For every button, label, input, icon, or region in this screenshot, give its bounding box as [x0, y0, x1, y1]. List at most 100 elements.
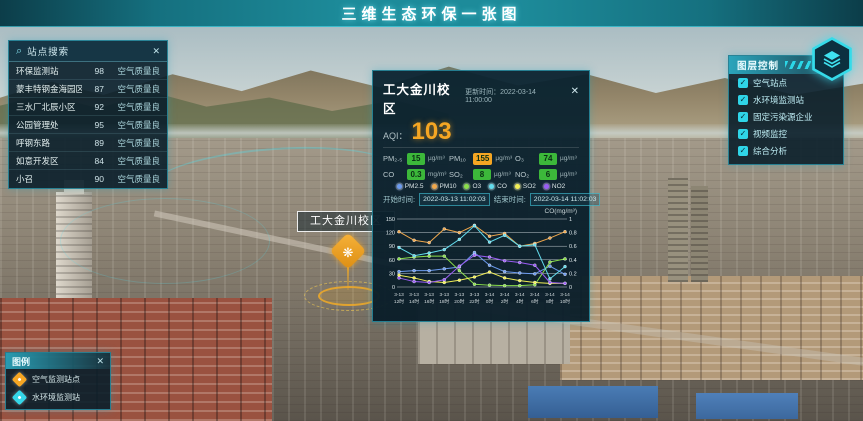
- close-icon[interactable]: ✕: [152, 47, 160, 56]
- station-row[interactable]: 公园管理处 95 空气质量良: [9, 116, 167, 134]
- legend-dot-icon: [397, 184, 402, 189]
- pollutant-value-badge: 6: [539, 169, 557, 181]
- checkbox-checked-icon[interactable]: ✓: [738, 129, 748, 139]
- update-time-label: 更新时间：: [465, 89, 500, 96]
- svg-text:0: 0: [392, 285, 395, 291]
- svg-text:90: 90: [389, 244, 395, 250]
- station-aqi-value: 92: [82, 102, 104, 112]
- map-legend-label: 水环境监测站: [32, 392, 80, 403]
- station-row[interactable]: 三水厂北辰小区 92 空气质量良: [9, 98, 167, 116]
- legend-item[interactable]: CO: [489, 183, 507, 190]
- checkbox-checked-icon[interactable]: ✓: [738, 78, 748, 88]
- popup-title: 工大金川校区: [383, 79, 459, 117]
- pollutant-unit: µg/m³: [495, 155, 512, 162]
- layer-row[interactable]: ✓ 综合分析: [729, 142, 843, 159]
- map-legend-header: 图例 ✕: [6, 353, 110, 369]
- pollutant-value-badge: 74: [539, 153, 557, 165]
- right-axis-title: CO(mg/m³): [383, 208, 577, 215]
- station-row[interactable]: 蒙丰特钢金海园区 87 空气质量良: [9, 80, 167, 98]
- layer-label: 视频监控: [753, 128, 787, 140]
- pollutant-unit: µg/m³: [560, 155, 577, 162]
- close-icon[interactable]: ✕: [96, 357, 104, 366]
- svg-text:60: 60: [389, 258, 395, 264]
- station-aqi-value: 84: [82, 156, 104, 166]
- svg-text:0.6: 0.6: [569, 244, 577, 250]
- legend-label: PM2.5: [405, 183, 424, 190]
- legend-item[interactable]: O3: [464, 183, 481, 190]
- checkbox-checked-icon[interactable]: ✓: [738, 146, 748, 156]
- station-name: 如意开发区: [16, 155, 82, 167]
- map-legend-title: 图例: [12, 355, 30, 368]
- pollutant-value-badge: 8: [473, 169, 491, 181]
- close-icon[interactable]: ✕: [571, 87, 579, 97]
- station-name: 公园管理处: [16, 119, 82, 131]
- legend-label: NO2: [552, 183, 565, 190]
- pollutant-line-chart: 00300.2600.4900.61200.815013-1312时3-1314…: [383, 215, 581, 315]
- aqi-value: 103: [412, 120, 452, 144]
- svg-text:3-14: 3-14: [515, 292, 525, 298]
- station-name: 呼钢东路: [16, 137, 82, 149]
- layer-label: 综合分析: [753, 145, 787, 157]
- building-block: [668, 178, 688, 282]
- title-bar: 三维生态环保一张图: [0, 0, 863, 27]
- svg-text:3-13: 3-13: [409, 292, 419, 298]
- station-row[interactable]: 小召 90 空气质量良: [9, 170, 167, 188]
- svg-text:0.4: 0.4: [569, 258, 577, 264]
- svg-text:3-14: 3-14: [545, 292, 555, 298]
- svg-text:150: 150: [386, 217, 395, 223]
- start-time-input[interactable]: 2022-03-13 11:02:03: [419, 193, 490, 206]
- station-aqi-value: 87: [82, 84, 104, 94]
- time-range-row: 开始时间: 2022-03-13 11:02:03 结束时间: 2022-03-…: [383, 193, 579, 206]
- layers-hex-button[interactable]: [810, 37, 854, 81]
- station-aqi-value: 90: [82, 174, 104, 184]
- svg-text:0: 0: [569, 285, 572, 291]
- pollutant-value-badge: 155: [473, 153, 492, 165]
- svg-text:0.8: 0.8: [569, 231, 577, 237]
- contour-line: [60, 198, 270, 284]
- station-row[interactable]: 如意开发区 84 空气质量良: [9, 152, 167, 170]
- svg-text:3-14: 3-14: [485, 292, 495, 298]
- popup-header: 工大金川校区 更新时间：2022-03-14 11:00:00 ✕: [383, 79, 579, 117]
- pollutant-name: CO: [383, 170, 404, 179]
- station-status: 空气质量良: [104, 155, 160, 167]
- station-status: 空气质量良: [104, 65, 160, 77]
- legend-dot-icon: [544, 184, 549, 189]
- station-rows: 环保监测站 98 空气质量良 蒙丰特钢金海园区 87 空气质量良 三水厂北辰小区…: [9, 62, 167, 188]
- legend-item[interactable]: NO2: [544, 183, 565, 190]
- legend-label: CO: [497, 183, 507, 190]
- station-list-panel: ⌕ 站点搜索 ✕ 环保监测站 98 空气质量良 蒙丰特钢金海园区 87 空气质量…: [8, 40, 168, 189]
- station-status: 空气质量良: [104, 119, 160, 131]
- svg-text:3-14: 3-14: [560, 292, 570, 298]
- svg-text:1: 1: [569, 217, 572, 223]
- popup-update-time: 更新时间：2022-03-14 11:00:00: [465, 87, 558, 104]
- legend-item[interactable]: PM2.5: [397, 183, 424, 190]
- station-aqi-value: 89: [82, 138, 104, 148]
- end-time-input[interactable]: 2022-03-14 11:02:03: [530, 193, 601, 206]
- legend-item[interactable]: SO2: [515, 183, 536, 190]
- svg-text:10时: 10时: [560, 298, 570, 305]
- station-name: 蒙丰特钢金海园区: [16, 83, 82, 95]
- svg-text:20时: 20时: [454, 298, 464, 305]
- pollutant-cell: O₃ 74 µg/m³: [515, 153, 579, 165]
- svg-text:120: 120: [386, 231, 395, 237]
- legend-label: PM10: [440, 183, 457, 190]
- layer-row[interactable]: ✓ 固定污染源企业: [729, 108, 843, 125]
- svg-text:30: 30: [389, 272, 395, 278]
- legend-dot-icon: [464, 184, 469, 189]
- app-root: 三维生态环保一张图 ⌕ 站点搜索 ✕ 环保监测站 98 空气质量良 蒙丰特钢金海…: [0, 0, 863, 421]
- svg-text:3-14: 3-14: [530, 292, 540, 298]
- svg-text:4时: 4时: [516, 298, 524, 305]
- layer-label: 固定污染源企业: [753, 111, 813, 123]
- pollutant-grid: PM₂.₅ 15 µg/m³ PM₁₀ 155 µg/m³ O₃ 74 µg/m…: [383, 153, 579, 180]
- aqi-label: AQI：: [383, 129, 408, 142]
- layer-row[interactable]: ✓ 水环境监测站: [729, 91, 843, 108]
- checkbox-checked-icon[interactable]: ✓: [738, 95, 748, 105]
- page-title: 三维生态环保一张图: [341, 3, 521, 24]
- station-row[interactable]: 呼钢东路 89 空气质量良: [9, 134, 167, 152]
- svg-text:3-14: 3-14: [500, 292, 510, 298]
- station-row[interactable]: 环保监测站 98 空气质量良: [9, 62, 167, 80]
- layer-row[interactable]: ✓ 视频监控: [729, 125, 843, 142]
- legend-item[interactable]: PM10: [432, 183, 457, 190]
- pollutant-cell: NO₂ 6 µg/m³: [515, 169, 579, 181]
- checkbox-checked-icon[interactable]: ✓: [738, 112, 748, 122]
